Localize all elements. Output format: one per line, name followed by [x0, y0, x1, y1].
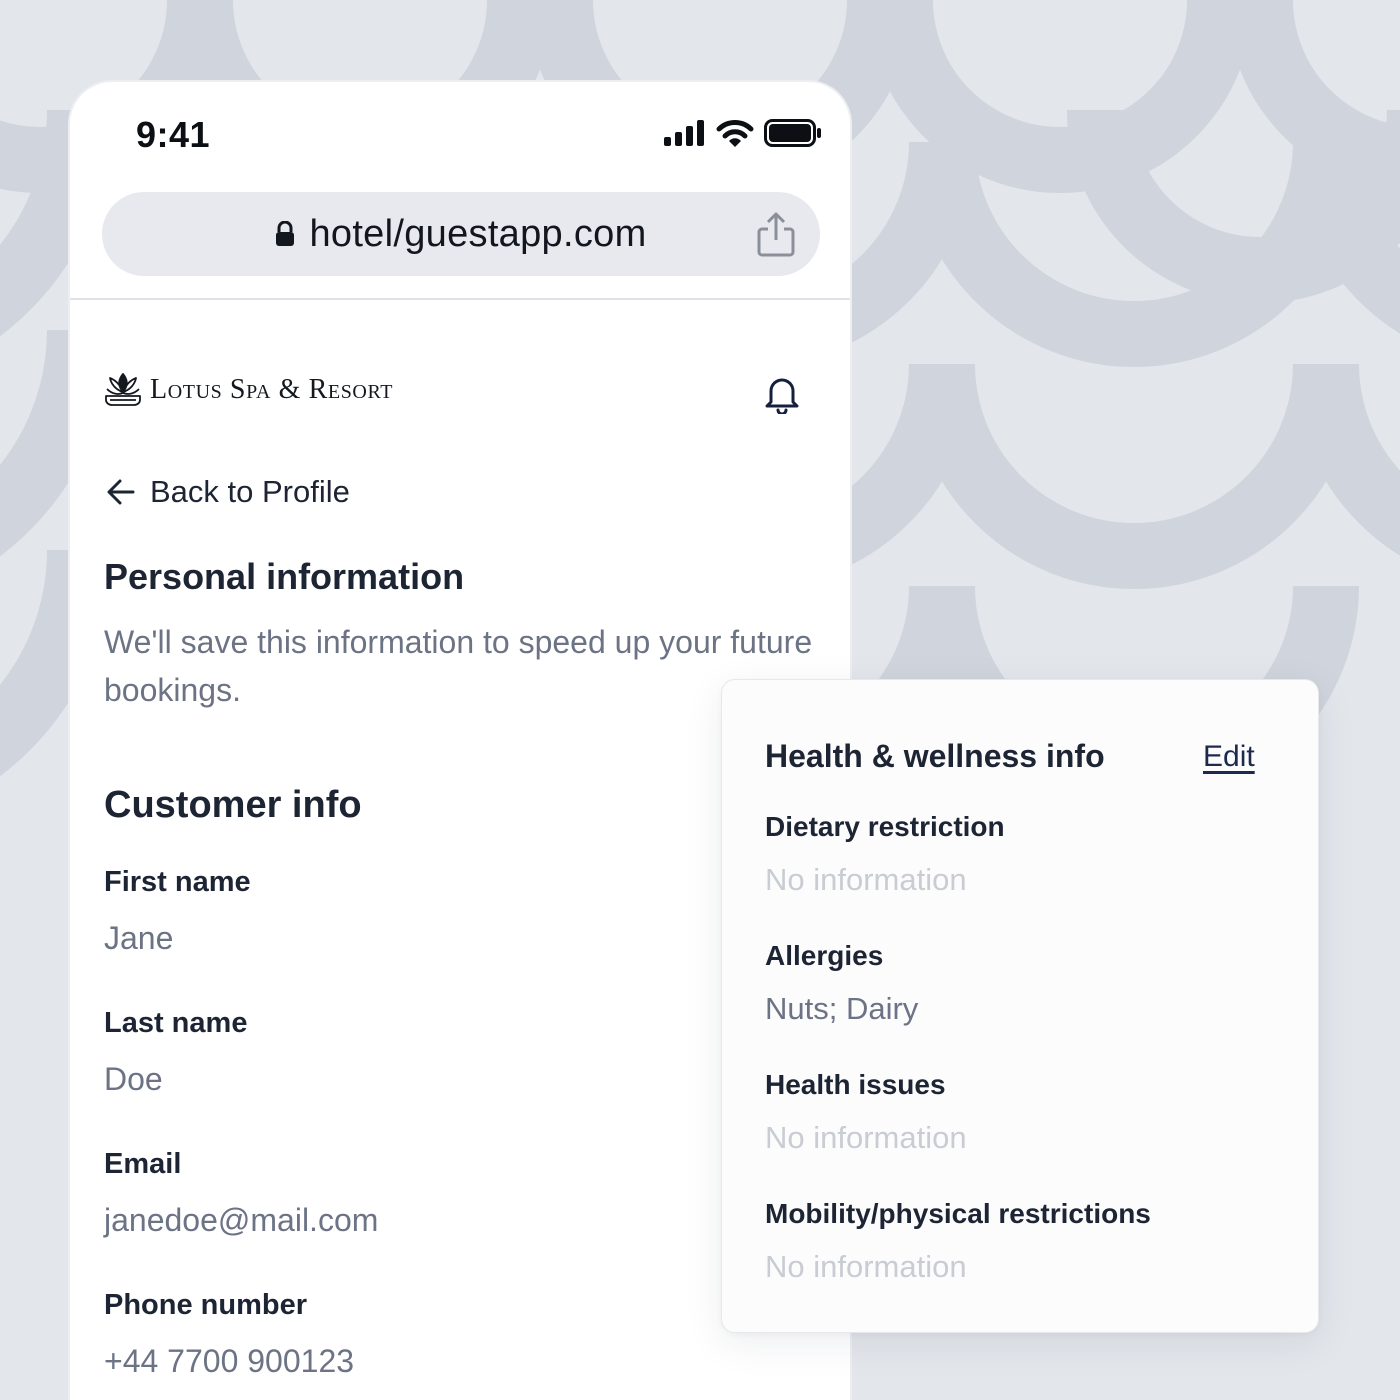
back-link-label: Back to Profile: [150, 474, 350, 509]
customer-info-title: Customer info: [104, 784, 362, 826]
status-bar: 9:41: [70, 82, 850, 182]
dietary-restriction-label: Dietary restriction: [765, 811, 1005, 842]
health-issues-label: Health issues: [765, 1069, 946, 1100]
mobility-restrictions-value: No information: [765, 1249, 967, 1284]
header-divider: [70, 298, 850, 300]
first-name-label: First name: [104, 866, 251, 898]
status-icons: [664, 118, 822, 148]
share-icon[interactable]: [756, 212, 796, 258]
lock-icon: [276, 221, 295, 246]
browser-url-bar[interactable]: hotel/guestapp.com: [102, 192, 820, 276]
signal-icon: [664, 120, 704, 146]
back-to-profile-link[interactable]: Back to Profile: [106, 474, 350, 510]
mobility-restrictions-label: Mobility/physical restrictions: [765, 1198, 1151, 1229]
arrow-left-icon: [107, 479, 135, 505]
email-value: janedoe@mail.com: [104, 1202, 379, 1238]
url-text: hotel/guestapp.com: [309, 212, 647, 255]
battery-icon: [764, 119, 821, 147]
first-name-value: Jane: [104, 920, 174, 956]
status-time: 9:41: [136, 114, 211, 155]
last-name-value: Doe: [104, 1061, 163, 1097]
personal-info-title: Personal information: [104, 556, 465, 597]
brand-logo[interactable]: Lotus Spa & Resort: [104, 372, 393, 408]
health-issues-value: No information: [765, 1120, 967, 1155]
health-edit-link[interactable]: Edit: [1203, 740, 1255, 774]
allergies-value: Nuts; Dairy: [765, 991, 919, 1026]
health-card-title: Health & wellness info: [765, 738, 1105, 774]
last-name-label: Last name: [104, 1007, 248, 1039]
lotus-logo-icon: [105, 373, 141, 406]
wifi-icon: [716, 120, 754, 147]
dietary-restriction-value: No information: [765, 862, 967, 897]
health-wellness-card: Health & wellness info Edit Dietary rest…: [721, 679, 1319, 1333]
allergies-label: Allergies: [765, 940, 884, 971]
email-label: Email: [104, 1148, 182, 1180]
phone-value: +44 7700 900123: [104, 1343, 355, 1379]
phone-label: Phone number: [104, 1289, 308, 1321]
bell-icon[interactable]: [764, 374, 800, 414]
brand-name: Lotus Spa & Resort: [150, 374, 394, 405]
